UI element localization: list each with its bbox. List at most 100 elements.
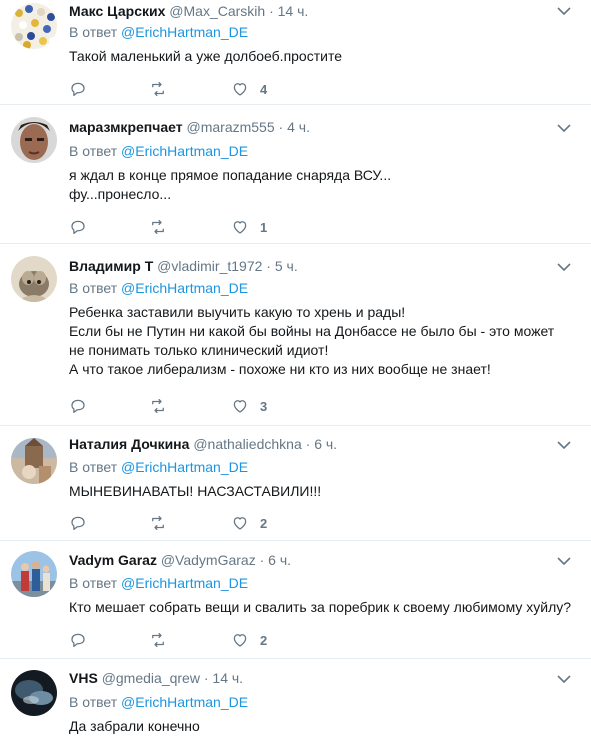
reply-context: В ответ @ErichHartman_DE (69, 458, 248, 476)
tweet-actions: 4 (69, 79, 369, 99)
retweet-icon (152, 81, 164, 97)
tweet[interactable]: VHS @gmedia_qrew · 14 ч. В ответ @ErichH… (0, 659, 591, 742)
heart-icon (233, 221, 247, 234)
tweet-actions: 3 (69, 396, 369, 416)
timestamp[interactable]: 6 ч. (268, 552, 291, 568)
reply-to-link[interactable]: @ErichHartman_DE (121, 459, 248, 475)
tweet[interactable]: Vadym Garaz @VadymGaraz · 6 ч. В ответ @… (0, 541, 591, 659)
chevron-down-icon[interactable] (557, 6, 571, 16)
tweet-line: не понимать только клинический идиот! (69, 342, 329, 358)
user-handle[interactable]: @VadymGaraz (161, 552, 256, 568)
tweet-header: Макс Царских @Max_Carskih · 14 ч. (69, 3, 309, 19)
chevron-down-icon[interactable] (557, 556, 571, 566)
tweet-line: я ждал в конце прямое попадание снаряда … (69, 167, 392, 183)
reply-icon (71, 516, 85, 531)
retweet-icon (152, 515, 164, 531)
like-button[interactable]: 3 (231, 396, 267, 416)
reply-button[interactable] (69, 513, 87, 533)
reply-prefix: В ответ (69, 694, 118, 710)
tweet[interactable]: Макс Царских @Max_Carskih · 14 ч. В отве… (0, 0, 591, 105)
reply-icon (71, 399, 85, 414)
user-name[interactable]: Владимир Т (69, 258, 153, 274)
like-button[interactable]: 2 (231, 513, 267, 533)
reply-to-link[interactable]: @ErichHartman_DE (121, 694, 248, 710)
retweet-button[interactable] (149, 630, 167, 650)
timestamp[interactable]: 4 ч. (287, 119, 310, 135)
avatar[interactable] (11, 3, 57, 49)
like-count: 2 (260, 632, 268, 648)
reply-to-link[interactable]: @ErichHartman_DE (121, 143, 248, 159)
like-button[interactable]: 2 (231, 630, 267, 650)
tweet[interactable]: маразмкрепчает @marazm555 · 4 ч. В ответ… (0, 105, 591, 244)
user-name[interactable]: VHS (69, 670, 98, 686)
reply-to-link[interactable]: @ErichHartman_DE (121, 280, 248, 296)
retweet-button[interactable] (149, 396, 167, 416)
user-name[interactable]: маразмкрепчает (69, 119, 183, 135)
reply-to-link[interactable]: @ErichHartman_DE (121, 24, 248, 40)
avatar[interactable] (11, 670, 57, 716)
user-handle[interactable]: @vladimir_t1972 (157, 258, 262, 274)
avatar[interactable] (11, 117, 57, 163)
reply-context: В ответ @ErichHartman_DE (69, 279, 248, 297)
tweet-actions: 2 (69, 513, 369, 533)
reply-prefix: В ответ (69, 575, 118, 591)
user-name[interactable]: Макс Царских (69, 3, 165, 19)
chevron-down-icon[interactable] (557, 440, 571, 450)
retweet-button[interactable] (149, 217, 167, 237)
heart-icon (233, 517, 247, 530)
timestamp[interactable]: 5 ч. (275, 258, 298, 274)
tweet-line: Такой маленький а уже долбоеб.простите (69, 48, 342, 64)
retweet-button[interactable] (149, 513, 167, 533)
avatar[interactable] (11, 438, 57, 484)
reply-button[interactable] (69, 396, 87, 416)
tweet-header: VHS @gmedia_qrew · 14 ч. (69, 670, 244, 686)
retweet-button[interactable] (149, 79, 167, 99)
tweet-actions: 2 (69, 630, 369, 650)
chevron-down-icon[interactable] (557, 262, 571, 272)
reply-context: В ответ @ErichHartman_DE (69, 574, 248, 592)
tweet[interactable]: Наталия Дочкина @nathaliedchkna · 6 ч. В… (0, 426, 591, 541)
tweet-line: Да забрали конечно (69, 718, 200, 734)
chevron-down-icon[interactable] (557, 674, 571, 684)
tweet-text: Ребенка заставили выучить какую то хрень… (69, 303, 554, 379)
like-count: 1 (260, 219, 268, 235)
user-handle[interactable]: @nathaliedchkna (193, 436, 301, 452)
tweet-header: маразмкрепчает @marazm555 · 4 ч. (69, 119, 310, 135)
user-handle[interactable]: @Max_Carskih (169, 3, 265, 19)
reply-context: В ответ @ErichHartman_DE (69, 693, 248, 711)
timestamp[interactable]: 6 ч. (314, 436, 337, 452)
tweet-line: Кто мешает собрать вещи и свалить за пор… (69, 599, 572, 615)
retweet-icon (152, 398, 164, 414)
reply-prefix: В ответ (69, 143, 118, 159)
like-button[interactable]: 1 (231, 217, 267, 237)
user-name[interactable]: Vadym Garaz (69, 552, 157, 568)
reply-button[interactable] (69, 630, 87, 650)
tweet-header: Наталия Дочкина @nathaliedchkna · 6 ч. (69, 436, 338, 452)
user-name[interactable]: Наталия Дочкина (69, 436, 189, 452)
tweet-actions: 1 (69, 217, 369, 237)
tweet-line: МЫНЕВИНАВАТЫ! НАСЗАСТАВИЛИ!!! (69, 483, 322, 499)
reply-button[interactable] (69, 217, 87, 237)
chevron-down-icon[interactable] (557, 123, 571, 133)
reply-button[interactable] (69, 79, 87, 99)
timestamp[interactable]: 14 ч. (212, 670, 243, 686)
user-handle[interactable]: @gmedia_qrew (102, 670, 200, 686)
tweet-header: Владимир Т @vladimir_t1972 · 5 ч. (69, 258, 298, 274)
heart-icon (233, 83, 247, 96)
tweet[interactable]: Владимир Т @vladimir_t1972 · 5 ч. В отве… (0, 244, 591, 426)
user-handle[interactable]: @marazm555 (187, 119, 275, 135)
tweet-line: Ребенка заставили выучить какую то хрень… (69, 304, 406, 320)
timestamp[interactable]: 14 ч. (278, 3, 309, 19)
reply-to-link[interactable]: @ErichHartman_DE (121, 575, 248, 591)
like-button[interactable]: 4 (231, 79, 267, 99)
tweet-text: Кто мешает собрать вещи и свалить за пор… (69, 598, 571, 617)
reply-context: В ответ @ErichHartman_DE (69, 23, 248, 41)
retweet-icon (152, 219, 164, 235)
avatar[interactable] (11, 551, 57, 597)
tweet-text: Такой маленький а уже долбоеб.простите (69, 47, 342, 66)
tweet-line: фу...пронесло... (69, 186, 172, 202)
heart-icon (233, 634, 247, 647)
tweet-text: МЫНЕВИНАВАТЫ! НАСЗАСТАВИЛИ!!! (69, 482, 321, 501)
tweet-text: я ждал в конце прямое попадание снаряда … (69, 166, 391, 204)
avatar[interactable] (11, 256, 57, 302)
